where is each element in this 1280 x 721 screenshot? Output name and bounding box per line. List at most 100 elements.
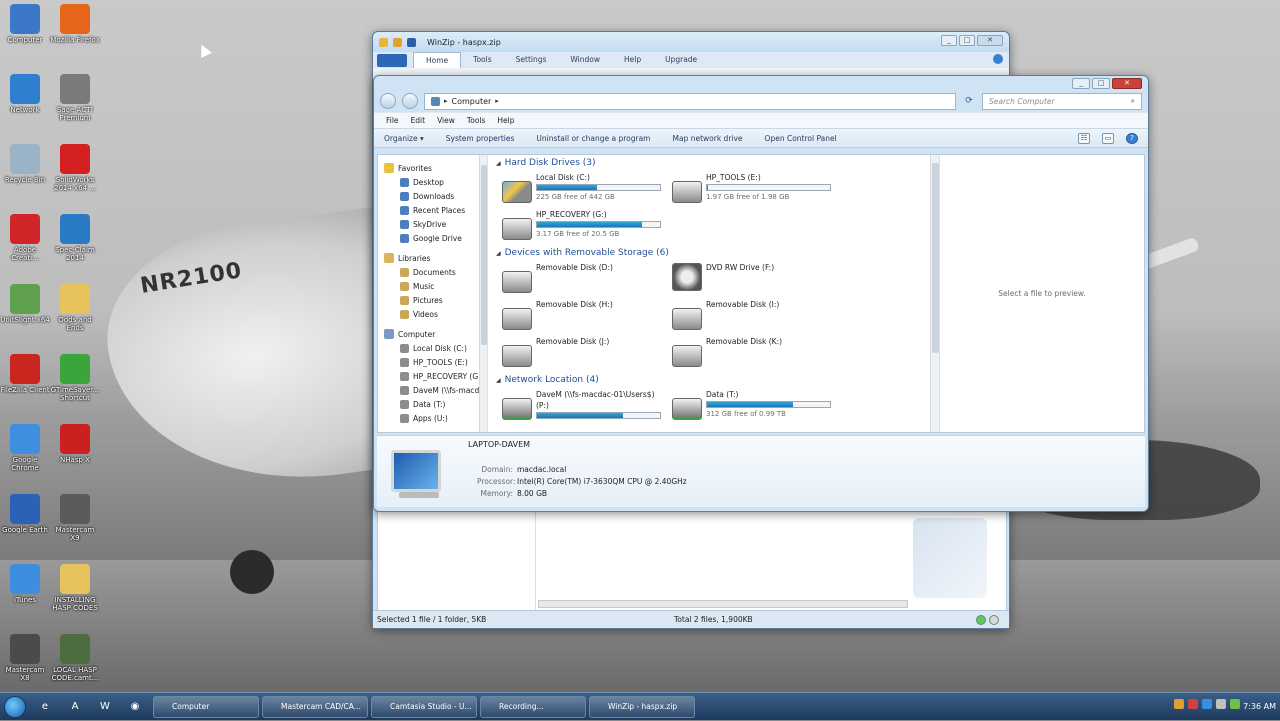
clock[interactable]: 7:36 AM xyxy=(1242,702,1276,711)
tab-tools[interactable]: Tools xyxy=(461,52,503,68)
nav-libraries[interactable]: Libraries xyxy=(378,251,487,265)
refresh-icon[interactable]: ⟳ xyxy=(962,94,976,108)
desktop-icon[interactable]: SolidWorks 2014 x64 ... xyxy=(50,140,100,210)
nav-item[interactable]: Recent Places xyxy=(378,203,487,217)
desktop-icon[interactable]: NHasp X xyxy=(50,420,100,490)
desktop-icon[interactable]: Sage ACT! Premium xyxy=(50,70,100,140)
taskbar-button[interactable]: Camtasia Studio - U... xyxy=(371,695,477,718)
breadcrumb-computer[interactable]: Computer xyxy=(452,97,492,106)
desktop-icon[interactable]: Network xyxy=(0,70,50,140)
nav-item[interactable]: Local Disk (C:) xyxy=(378,341,487,355)
desktop-icon[interactable]: Google Earth xyxy=(0,490,50,560)
taskbar-button[interactable]: Mastercam CAD/CA... xyxy=(262,695,368,718)
tab-home[interactable]: Home xyxy=(413,52,462,68)
menu-tools[interactable]: Tools xyxy=(461,116,491,125)
close-button[interactable]: ✕ xyxy=(977,35,1003,46)
tab-help[interactable]: Help xyxy=(612,52,653,68)
forward-button[interactable] xyxy=(402,93,418,109)
winzip-file-menu-button[interactable] xyxy=(377,53,407,67)
desktop-icon[interactable]: Computer xyxy=(0,0,50,70)
help-icon[interactable] xyxy=(993,54,1003,64)
help-icon[interactable]: ? xyxy=(1126,133,1138,144)
search-icon[interactable]: ⌕ xyxy=(1131,96,1135,106)
preview-pane-icon[interactable]: ▭ xyxy=(1102,133,1114,144)
maximize-button[interactable]: □ xyxy=(959,35,975,46)
minimize-button[interactable]: _ xyxy=(941,35,957,46)
command-button[interactable]: Uninstall or change a program xyxy=(536,134,650,143)
horizontal-scrollbar[interactable] xyxy=(538,600,908,608)
nav-item[interactable]: Videos xyxy=(378,307,487,321)
command-button[interactable]: Map network drive xyxy=(673,134,743,143)
nav-item[interactable]: SkyDrive xyxy=(378,217,487,231)
tray-icon[interactable] xyxy=(1174,699,1184,709)
desktop-icon[interactable]: FileZilla Client xyxy=(0,350,50,420)
close-button[interactable]: ✕ xyxy=(1112,78,1142,89)
desktop-icon[interactable]: Mastercam X8 xyxy=(0,630,50,700)
taskbar-button[interactable]: WinZip - haspx.zip xyxy=(589,695,695,718)
volume-icon[interactable] xyxy=(1216,699,1226,709)
desktop-icon[interactable]: Mastercam X9 xyxy=(50,490,100,560)
nav-item[interactable]: Pictures xyxy=(378,293,487,307)
nav-item[interactable]: Data (T:) xyxy=(378,397,487,411)
drive-item[interactable]: HP_RECOVERY (G:) 3.17 GB free of 20.5 GB xyxy=(502,208,672,245)
maximize-button[interactable]: □ xyxy=(1092,78,1110,89)
start-button[interactable] xyxy=(0,693,30,721)
search-input[interactable]: Search Computer ⌕ xyxy=(982,92,1142,110)
desktop-icon[interactable]: Mozilla Firefox xyxy=(50,0,100,70)
tab-upgrade[interactable]: Upgrade xyxy=(653,52,709,68)
collapse-icon[interactable]: ◢ xyxy=(496,377,501,384)
tab-window[interactable]: Window xyxy=(558,52,612,68)
drive-item[interactable]: DaveM (\\fs-macdac-01\Users$) (P:) xyxy=(502,388,672,425)
command-button[interactable]: Open Control Panel xyxy=(765,134,837,143)
drive-item[interactable]: Removable Disk (H:) xyxy=(502,298,672,335)
winzip-logo-icon[interactable] xyxy=(407,37,416,47)
command-button[interactable]: Organize ▾ xyxy=(384,134,424,143)
taskbar-button[interactable]: Recording... xyxy=(480,695,586,718)
word-icon[interactable]: W xyxy=(90,695,120,719)
nav-item[interactable]: Documents xyxy=(378,265,487,279)
back-button[interactable] xyxy=(380,93,396,109)
drive-item[interactable]: Removable Disk (J:) xyxy=(502,335,672,372)
desktop-icon[interactable]: Google Chrome xyxy=(0,420,50,490)
section-network-location[interactable]: ◢ Network Location (4) xyxy=(488,372,939,388)
drive-item[interactable]: Removable Disk (K:) xyxy=(672,335,842,372)
collapse-icon[interactable]: ◢ xyxy=(496,250,501,257)
nav-item[interactable]: Downloads xyxy=(378,189,487,203)
nav-item[interactable]: Desktop xyxy=(378,175,487,189)
desktop-icon[interactable]: GTimeSaver... Shortcut xyxy=(50,350,100,420)
drive-item[interactable]: HP_TOOLS (E:) 1.97 GB free of 1.98 GB xyxy=(672,171,842,208)
nav-item[interactable]: Apps (U:) xyxy=(378,411,487,425)
view-options-icon[interactable]: ☷ xyxy=(1078,133,1090,144)
drive-item[interactable]: Removable Disk (D:) xyxy=(502,261,672,298)
winzip-titlebar[interactable]: WinZip - haspx.zip _ □ ✕ xyxy=(373,32,1009,52)
nav-favorites[interactable]: Favorites xyxy=(378,161,487,175)
drive-item[interactable]: DVD RW Drive (F:) xyxy=(672,261,842,298)
acrobat-icon[interactable]: A xyxy=(60,695,90,719)
nav-item[interactable]: HP_RECOVERY (G:) xyxy=(378,369,487,383)
collapse-icon[interactable]: ◢ xyxy=(496,160,501,167)
nav-scrollbar[interactable] xyxy=(479,155,487,432)
network-icon[interactable] xyxy=(1230,699,1240,709)
drive-item[interactable]: Local Disk (C:) 225 GB free of 442 GB xyxy=(502,171,672,208)
nav-item[interactable]: Google Drive xyxy=(378,231,487,245)
nav-item[interactable]: HP_TOOLS (E:) xyxy=(378,355,487,369)
tray-icon[interactable] xyxy=(1202,699,1212,709)
address-bar[interactable]: ▸ Computer ▸ xyxy=(424,92,956,110)
desktop-icon[interactable]: Spec-Claim 2014 xyxy=(50,210,100,280)
menu-edit[interactable]: Edit xyxy=(405,116,432,125)
drive-item[interactable]: Data (T:) 312 GB free of 0.99 TB xyxy=(672,388,842,425)
desktop-icon[interactable]: iTunes xyxy=(0,560,50,630)
desktop-icon[interactable]: Odds and Ends xyxy=(50,280,100,350)
menu-view[interactable]: View xyxy=(431,116,461,125)
drive-item[interactable]: Removable Disk (I:) xyxy=(672,298,842,335)
minimize-button[interactable]: _ xyxy=(1072,78,1090,89)
menu-file[interactable]: File xyxy=(380,116,405,125)
desktop-icon[interactable]: Recycle Bin xyxy=(0,140,50,210)
taskbar-button[interactable]: Computer xyxy=(153,695,259,718)
nav-item[interactable]: DaveM (\\fs-macda xyxy=(378,383,487,397)
desktop-icon[interactable]: UnitSlight x64 xyxy=(0,280,50,350)
menu-help[interactable]: Help xyxy=(491,116,520,125)
section-removable-storage[interactable]: ◢ Devices with Removable Storage (6) xyxy=(488,245,939,261)
command-button[interactable]: System properties xyxy=(446,134,515,143)
desktop-icon[interactable]: Adobe Creati... xyxy=(0,210,50,280)
